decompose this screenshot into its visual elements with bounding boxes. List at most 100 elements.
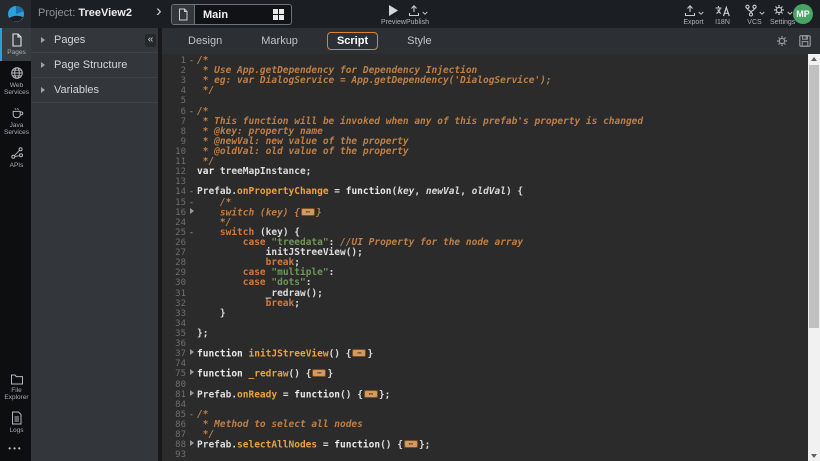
line-number: 33 bbox=[162, 309, 186, 319]
page-selector-value: Main bbox=[195, 9, 272, 21]
code-line[interactable]: 86 * Method to select all nodes bbox=[162, 420, 808, 430]
code-line[interactable]: 15- /* bbox=[162, 198, 808, 208]
code-text bbox=[197, 400, 808, 410]
i18n-button[interactable]: I18N bbox=[714, 3, 731, 26]
preview-button[interactable]: Preview bbox=[381, 3, 406, 26]
line-number: 80 bbox=[162, 380, 186, 390]
fold-marker-icon[interactable] bbox=[186, 390, 197, 400]
wavemaker-logo-icon bbox=[7, 5, 25, 23]
code-line[interactable]: 80 bbox=[162, 380, 808, 390]
code-line[interactable]: 14-Prefab.onPropertyChange = function(ke… bbox=[162, 187, 808, 197]
code-line[interactable]: 88Prefab.selectAllNodes = function() {⋯}… bbox=[162, 440, 808, 450]
code-line[interactable]: 12var treeMapInstance; bbox=[162, 167, 808, 177]
code-line[interactable]: 37function initJStreeView() {⋯} bbox=[162, 349, 808, 359]
code-line[interactable]: 5 bbox=[162, 96, 808, 106]
rail-label: Pages bbox=[2, 49, 32, 57]
collapsed-code-badge-icon[interactable]: ⋯ bbox=[404, 440, 418, 448]
panel-collapse-button[interactable]: « bbox=[145, 34, 156, 47]
project-label: Project: bbox=[38, 7, 75, 19]
editor-settings-button[interactable] bbox=[775, 34, 789, 48]
project-name: TreeView2 bbox=[78, 7, 132, 19]
scroll-up-arrow-icon[interactable] bbox=[808, 54, 820, 64]
publish-button[interactable]: Publish bbox=[406, 3, 429, 26]
line-number: 36 bbox=[162, 339, 186, 349]
sidebar-item-apis[interactable]: APIs bbox=[0, 141, 31, 174]
tab-design[interactable]: Design bbox=[178, 32, 232, 50]
code-text: break; bbox=[197, 299, 808, 309]
code-line[interactable]: 3 * eg: var DialogService = App.getDepen… bbox=[162, 76, 808, 86]
fold-marker-icon[interactable] bbox=[186, 208, 197, 218]
collapsed-code-badge-icon[interactable]: ⋯ bbox=[312, 369, 326, 377]
panel-section-pages[interactable]: Pages bbox=[31, 28, 158, 53]
code-line[interactable]: 34 bbox=[162, 319, 808, 329]
collapsed-code-badge-icon[interactable]: ⋯ bbox=[364, 390, 378, 398]
scrollbar-thumb[interactable] bbox=[809, 65, 819, 328]
code-text: Prefab.onReady = function() {⋯}; bbox=[197, 390, 808, 400]
rail-label: Java Services bbox=[2, 122, 32, 137]
tab-script[interactable]: Script bbox=[327, 32, 378, 50]
fold-marker-icon[interactable] bbox=[186, 369, 197, 379]
code-line[interactable]: 74 bbox=[162, 359, 808, 369]
breadcrumb-chevron-icon: › bbox=[156, 1, 162, 21]
code-line[interactable]: 16 switch (key) {⋯} bbox=[162, 208, 808, 218]
settings-button[interactable]: Settings bbox=[770, 3, 795, 26]
fold-marker-icon[interactable]: - bbox=[186, 56, 197, 66]
code-line[interactable]: 87 */ bbox=[162, 430, 808, 440]
fold-gutter bbox=[186, 268, 197, 278]
code-line[interactable]: 32 break; bbox=[162, 299, 808, 309]
code-line[interactable]: 4 */ bbox=[162, 86, 808, 96]
editor-scrollbar[interactable] bbox=[808, 54, 820, 461]
scroll-down-arrow-icon[interactable] bbox=[808, 451, 820, 461]
save-button[interactable] bbox=[798, 34, 812, 48]
collapsed-code-badge-icon[interactable]: ⋯ bbox=[301, 208, 315, 216]
code-area[interactable]: 1-/*2 * Use App.getDependency for Depend… bbox=[162, 56, 808, 460]
code-line[interactable]: 93 bbox=[162, 450, 808, 460]
fold-gutter bbox=[186, 319, 197, 329]
code-line[interactable]: 10 * @oldVal: old value of the property bbox=[162, 147, 808, 157]
fold-marker-icon[interactable] bbox=[186, 349, 197, 359]
panel-section-page-structure[interactable]: Page Structure bbox=[31, 53, 158, 78]
code-text bbox=[197, 359, 808, 369]
page-selector[interactable]: Main bbox=[171, 4, 292, 25]
code-text: * Method to select all nodes bbox=[197, 420, 808, 430]
fold-marker-icon[interactable] bbox=[186, 440, 197, 450]
more-options-icon[interactable]: ••• bbox=[0, 438, 31, 461]
fold-gutter bbox=[186, 86, 197, 96]
rail-label: APIs bbox=[2, 162, 32, 170]
sidebar-item-file-explorer[interactable]: File Explorer bbox=[0, 368, 31, 406]
code-text: function _redraw() {⋯} bbox=[197, 369, 808, 379]
tab-style[interactable]: Style bbox=[397, 32, 441, 50]
code-line[interactable]: 81Prefab.onReady = function() {⋯}; bbox=[162, 390, 808, 400]
page-grid-icon[interactable] bbox=[272, 8, 285, 21]
fold-gutter bbox=[186, 248, 197, 258]
fold-marker-icon[interactable]: - bbox=[186, 198, 197, 208]
code-line[interactable]: 36 bbox=[162, 339, 808, 349]
sidebar-item-logs[interactable]: Logs bbox=[0, 406, 31, 439]
fold-gutter bbox=[186, 309, 197, 319]
panel-section-variables[interactable]: Variables bbox=[31, 78, 158, 103]
script-code-editor[interactable]: 1-/*2 * Use App.getDependency for Depend… bbox=[162, 54, 808, 461]
collapsed-code-badge-icon[interactable]: ⋯ bbox=[352, 349, 366, 357]
page-icon bbox=[10, 33, 23, 47]
code-text: /* bbox=[197, 198, 808, 208]
fold-gutter bbox=[186, 76, 197, 86]
user-avatar[interactable]: MP bbox=[793, 4, 813, 24]
code-line[interactable]: 35}; bbox=[162, 329, 808, 339]
fold-marker-icon[interactable]: - bbox=[186, 187, 197, 197]
tab-markup[interactable]: Markup bbox=[251, 32, 308, 50]
left-rail: Pages Web Services Java Services APIs Fi… bbox=[0, 28, 31, 461]
vcs-button[interactable]: VCS bbox=[744, 3, 765, 26]
fold-marker-icon[interactable]: - bbox=[186, 410, 197, 420]
sidebar-item-web-services[interactable]: Web Services bbox=[0, 61, 31, 101]
code-text: var treeMapInstance; bbox=[197, 167, 808, 177]
rail-label: Logs bbox=[2, 427, 32, 435]
code-line[interactable]: 33 } bbox=[162, 309, 808, 319]
fold-marker-icon[interactable]: - bbox=[186, 107, 197, 117]
export-button[interactable]: Export bbox=[683, 3, 704, 26]
sidebar-item-java-services[interactable]: Java Services bbox=[0, 101, 31, 141]
code-line[interactable]: 84 bbox=[162, 400, 808, 410]
fold-marker-icon[interactable]: - bbox=[186, 228, 197, 238]
code-line[interactable]: 75function _redraw() {⋯} bbox=[162, 369, 808, 379]
sidebar-item-pages[interactable]: Pages bbox=[0, 28, 31, 61]
app-logo[interactable] bbox=[0, 0, 31, 28]
